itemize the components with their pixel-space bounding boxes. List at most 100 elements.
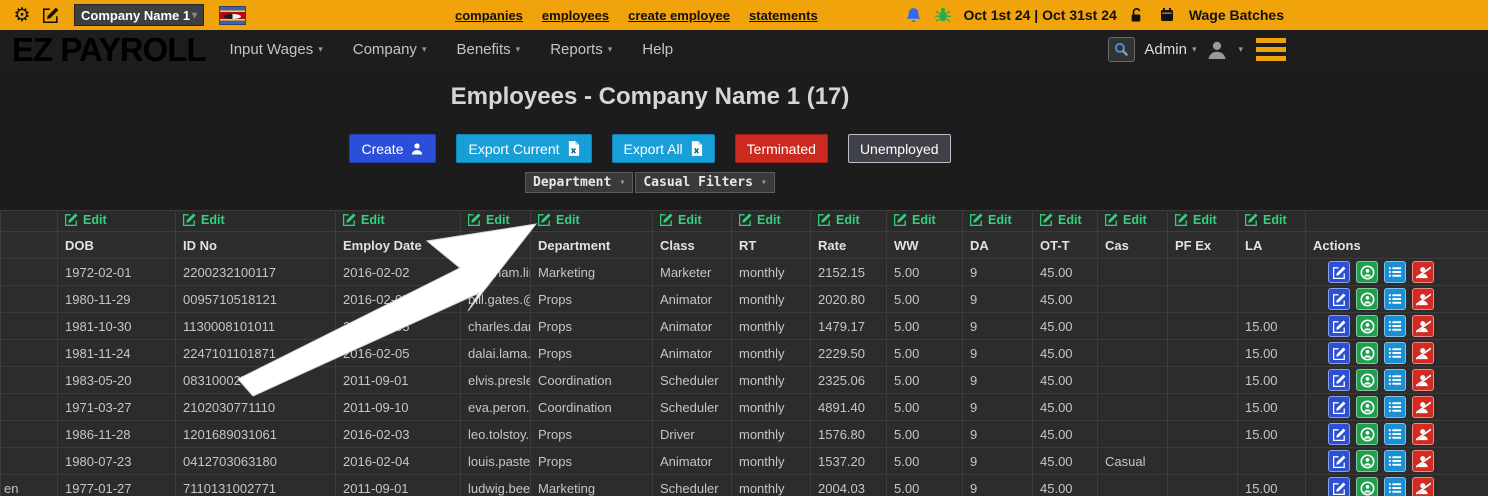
edit-icon <box>1333 266 1346 279</box>
menu-benefits[interactable]: Benefits▾ <box>456 41 520 58</box>
cell-cas: Casual <box>1098 448 1168 475</box>
edit-employee-button[interactable] <box>1328 342 1350 364</box>
edit-column-link-department[interactable]: Edit <box>538 213 580 227</box>
edit-employee-button[interactable] <box>1328 396 1350 418</box>
export-all-button[interactable]: Export All <box>612 134 715 163</box>
edit-employee-button[interactable] <box>1328 477 1350 496</box>
cell-c0 <box>1 259 58 286</box>
pay-period-range[interactable]: Oct 1st 24 | Oct 31st 24 <box>963 7 1116 23</box>
edit-employee-button[interactable] <box>1328 450 1350 472</box>
companies-link[interactable]: companies <box>455 8 523 23</box>
cell-employ_date: 2016-02-04 <box>336 448 461 475</box>
employees-link[interactable]: employees <box>542 8 609 23</box>
employee-details-button[interactable] <box>1384 369 1406 391</box>
topbar-links: companies employees create employee stat… <box>455 8 818 23</box>
employee-details-button[interactable] <box>1384 261 1406 283</box>
edit-column-link-rt[interactable]: Edit <box>739 213 781 227</box>
terminate-employee-button[interactable] <box>1412 261 1434 283</box>
edit-employee-button[interactable] <box>1328 315 1350 337</box>
employee-profile-button[interactable] <box>1356 423 1378 445</box>
edit-company-icon[interactable] <box>41 5 61 25</box>
terminate-employee-button[interactable] <box>1412 477 1434 496</box>
cell-id_no: 1201689031061 <box>176 421 336 448</box>
edit-column-link-da[interactable]: Edit <box>970 213 1012 227</box>
cell-dob: 1980-07-23 <box>58 448 176 475</box>
cell-id_no: 7110131002771 <box>176 475 336 496</box>
edit-employee-button[interactable] <box>1328 288 1350 310</box>
company-select[interactable]: Company Name 1 ▾ <box>74 4 204 26</box>
list-icon <box>1388 292 1402 306</box>
user-avatar-icon[interactable] <box>1205 37 1229 61</box>
employee-details-button[interactable] <box>1384 423 1406 445</box>
hamburger-menu-icon[interactable] <box>1256 38 1286 61</box>
casual-filters-select[interactable]: Casual Filters▾ <box>635 172 775 193</box>
menu-reports[interactable]: Reports▾ <box>550 41 612 58</box>
table-row: 1986-11-2812016890310612016-02-03leo.tol… <box>1 421 1488 448</box>
edit-column-link-cas[interactable]: Edit <box>1105 213 1147 227</box>
employee-profile-button[interactable] <box>1356 261 1378 283</box>
department-filter-select[interactable]: Department▾ <box>525 172 633 193</box>
gear-icon[interactable]: ⚙ <box>12 5 32 25</box>
menu-input-wages[interactable]: Input Wages▾ <box>230 41 323 58</box>
admin-menu[interactable]: Admin▾ <box>1144 41 1196 58</box>
terminate-employee-button[interactable] <box>1412 288 1434 310</box>
employee-details-button[interactable] <box>1384 288 1406 310</box>
terminated-button[interactable]: Terminated <box>735 134 828 163</box>
edit-column-link-la[interactable]: Edit <box>1245 213 1287 227</box>
edit-column-link-id_no[interactable]: Edit <box>183 213 225 227</box>
user-circle-icon <box>1360 265 1375 280</box>
chevron-down-icon[interactable]: ▾ <box>1238 44 1243 55</box>
edit-employee-button[interactable] <box>1328 261 1350 283</box>
employee-profile-button[interactable] <box>1356 342 1378 364</box>
employee-profile-button[interactable] <box>1356 288 1378 310</box>
chevron-down-icon: ▾ <box>192 10 197 21</box>
cell-ott: 45.00 <box>1033 448 1098 475</box>
edit-employee-button[interactable] <box>1328 369 1350 391</box>
bell-icon[interactable] <box>903 5 923 25</box>
edit-column-link-pf_ex[interactable]: Edit <box>1175 213 1217 227</box>
edit-column-link-email[interactable]: Edit <box>468 213 510 227</box>
unlock-icon[interactable] <box>1127 5 1147 25</box>
action-button-row: Create Export Current Export All Termina… <box>0 134 1300 163</box>
edit-column-link-rate[interactable]: Edit <box>818 213 860 227</box>
terminate-employee-button[interactable] <box>1412 423 1434 445</box>
edit-employee-button[interactable] <box>1328 423 1350 445</box>
cell-cas <box>1098 394 1168 421</box>
employee-details-button[interactable] <box>1384 396 1406 418</box>
create-employee-link[interactable]: create employee <box>628 8 730 23</box>
export-current-button[interactable]: Export Current <box>456 134 591 163</box>
edit-column-link-class[interactable]: Edit <box>660 213 702 227</box>
employee-details-button[interactable] <box>1384 477 1406 496</box>
edit-column-link-ott[interactable]: Edit <box>1040 213 1082 227</box>
employee-profile-button[interactable] <box>1356 315 1378 337</box>
menu-help[interactable]: Help <box>642 41 673 58</box>
unemployed-button[interactable]: Unemployed <box>848 134 951 163</box>
employee-details-button[interactable] <box>1384 450 1406 472</box>
employee-profile-button[interactable] <box>1356 369 1378 391</box>
terminate-employee-button[interactable] <box>1412 342 1434 364</box>
employee-details-button[interactable] <box>1384 315 1406 337</box>
employee-profile-button[interactable] <box>1356 450 1378 472</box>
create-button[interactable]: Create <box>349 134 436 163</box>
wage-batches-link[interactable]: Wage Batches <box>1189 7 1284 23</box>
employee-details-button[interactable] <box>1384 342 1406 364</box>
terminate-employee-button[interactable] <box>1412 369 1434 391</box>
employee-profile-button[interactable] <box>1356 396 1378 418</box>
edit-column-link-dob[interactable]: Edit <box>65 213 107 227</box>
column-edit-cell-class: Edit <box>653 211 732 232</box>
app-logo[interactable]: EZ PAYROLL <box>12 33 206 66</box>
menu-company[interactable]: Company▾ <box>353 41 427 58</box>
statements-link[interactable]: statements <box>749 8 818 23</box>
edit-column-link-ww[interactable]: Edit <box>894 213 936 227</box>
cell-employ_date: 2011-09-01 <box>336 475 461 496</box>
column-edit-cell-employ_date: Edit <box>336 211 461 232</box>
user-slash-icon <box>1416 400 1431 415</box>
terminate-employee-button[interactable] <box>1412 315 1434 337</box>
bug-icon[interactable] <box>933 5 953 25</box>
employee-profile-button[interactable] <box>1356 477 1378 496</box>
list-icon <box>1388 400 1402 414</box>
terminate-employee-button[interactable] <box>1412 396 1434 418</box>
edit-column-link-employ_date[interactable]: Edit <box>343 213 385 227</box>
search-button[interactable] <box>1108 37 1135 62</box>
terminate-employee-button[interactable] <box>1412 450 1434 472</box>
